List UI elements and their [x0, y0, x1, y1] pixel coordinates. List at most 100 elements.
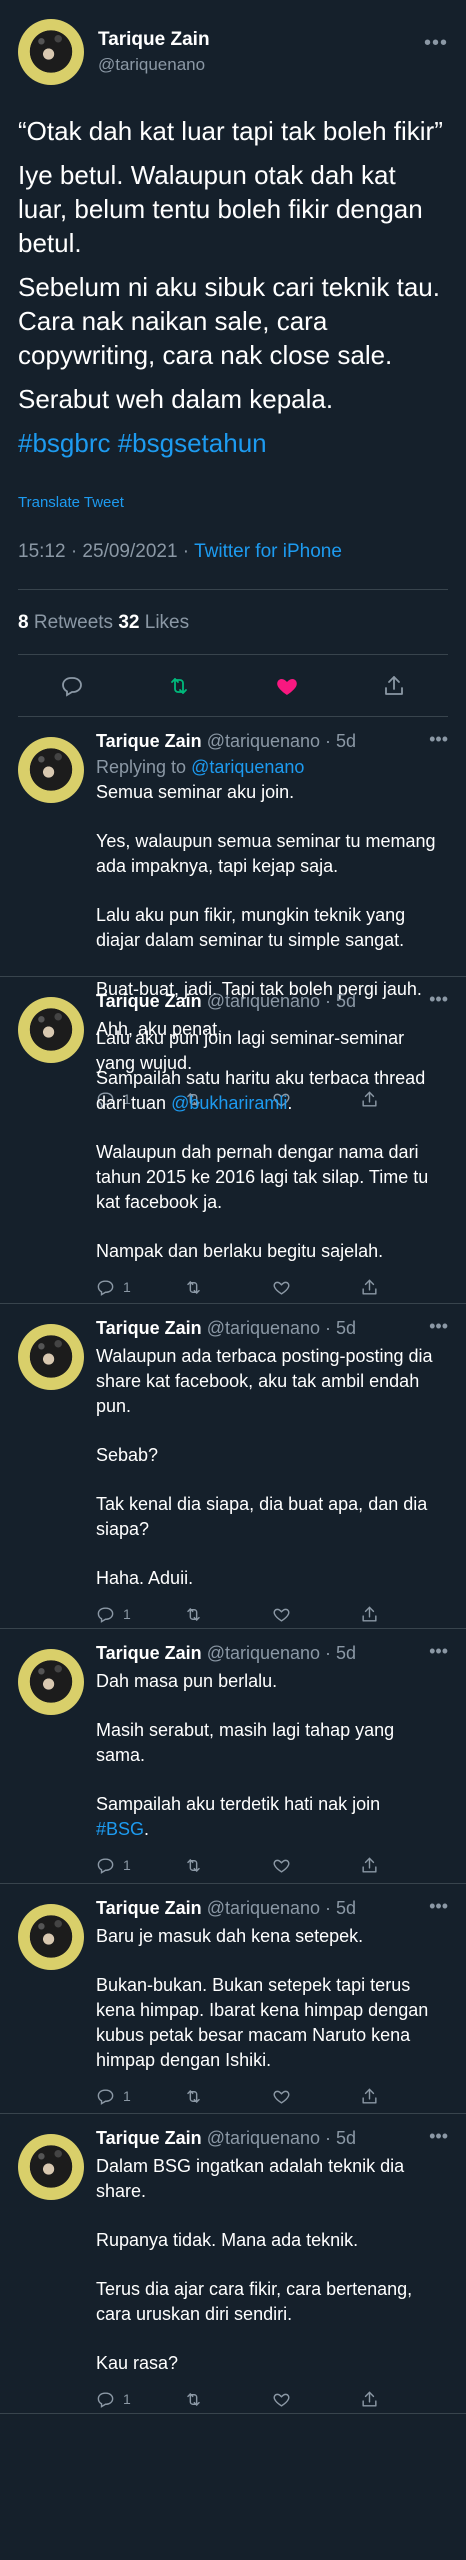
- hashtags[interactable]: #bsgbrc #bsgsetahun: [18, 426, 448, 460]
- retweet-icon[interactable]: [165, 672, 193, 700]
- heart-icon[interactable]: [272, 1278, 360, 1297]
- reply-paragraph: Semua seminar aku join.: [96, 782, 295, 802]
- reply-actions: 1: [96, 1268, 448, 1306]
- more-icon[interactable]: •••: [429, 729, 448, 750]
- more-icon[interactable]: •••: [429, 1316, 448, 1337]
- reply-paragraph-end: .: [287, 1093, 293, 1113]
- reply-paragraph: Sebab?: [96, 1445, 159, 1465]
- avatar[interactable]: [18, 1904, 84, 1970]
- comment-icon[interactable]: 1: [96, 1605, 184, 1624]
- author-meta[interactable]: @tariquenano · 5d: [202, 1898, 356, 1918]
- timestamp[interactable]: 15:12 · 25/09/2021 ·: [18, 541, 194, 562]
- reply-tweet[interactable]: Tarique Zain @tariquenano · 5d ••• Ahh, …: [0, 977, 466, 1304]
- reply-actions: 1: [96, 1846, 448, 1884]
- reply-text: Walaupun ada terbaca posting-posting dia…: [96, 1344, 448, 1591]
- share-icon[interactable]: [360, 1856, 448, 1875]
- more-icon[interactable]: •••: [424, 32, 448, 55]
- author-names: Tarique Zain @tariquenano: [98, 29, 210, 75]
- retweet-icon[interactable]: [184, 1856, 272, 1875]
- author-name[interactable]: Tarique Zain: [96, 1643, 202, 1663]
- more-icon[interactable]: •••: [429, 989, 448, 1010]
- reply-count: 1: [123, 1857, 131, 1873]
- author-meta[interactable]: @tariquenano · 5d: [202, 2128, 356, 2148]
- hashtag-link[interactable]: #BSG: [96, 1819, 144, 1839]
- comment-icon[interactable]: 1: [96, 1278, 184, 1297]
- reply-count: 1: [123, 1606, 131, 1622]
- retweets-label[interactable]: Retweets: [29, 612, 119, 633]
- author-name[interactable]: Tarique Zain: [98, 29, 210, 51]
- share-icon[interactable]: [380, 672, 408, 700]
- replying-prefix: Replying to: [96, 757, 192, 777]
- heart-icon[interactable]: [272, 1856, 360, 1875]
- comment-icon[interactable]: 1: [96, 1856, 184, 1875]
- reply-paragraph: Rupanya tidak. Mana ada teknik.: [96, 2230, 359, 2250]
- comment-icon[interactable]: 1: [96, 2390, 184, 2409]
- share-icon[interactable]: [360, 2087, 448, 2106]
- comment-icon[interactable]: 1: [96, 2087, 184, 2106]
- reply-paragraph: Walaupun dah pernah dengar nama dari tah…: [96, 1142, 429, 1212]
- avatar[interactable]: [18, 997, 84, 1063]
- reply-header: Tarique Zain @tariquenano · 5d: [96, 731, 448, 755]
- source-link[interactable]: Twitter for iPhone: [194, 541, 342, 562]
- share-icon[interactable]: [360, 1605, 448, 1624]
- reply-header: Tarique Zain @tariquenano · 5d: [96, 1643, 448, 1667]
- share-icon[interactable]: [360, 2390, 448, 2409]
- heart-icon[interactable]: [273, 672, 301, 700]
- replying-to-link[interactable]: @tariquenano: [191, 757, 304, 777]
- retweet-icon[interactable]: [184, 1278, 272, 1297]
- reply-paragraph: Masih serabut, masih lagi tahap yang sam…: [96, 1720, 395, 1765]
- heart-icon[interactable]: [272, 2087, 360, 2106]
- tweet-paragraph: “Otak dah kat luar tapi tak boleh fikir”: [18, 116, 443, 146]
- reply-text: Ahh, aku penat. Sampailah satu haritu ak…: [96, 1017, 448, 1264]
- author-meta[interactable]: @tariquenano · 5d: [202, 991, 356, 1011]
- mention-link[interactable]: @bukhariramli: [171, 1093, 287, 1113]
- author-meta[interactable]: @tariquenano · 5d: [202, 1643, 356, 1663]
- reply-paragraph: Haha. Aduii.: [96, 1568, 194, 1588]
- reply-tweet[interactable]: Tarique Zain @tariquenano · 5d ••• Dah m…: [0, 1629, 466, 1884]
- author-meta[interactable]: @tariquenano · 5d: [202, 731, 356, 751]
- heart-icon[interactable]: [272, 2390, 360, 2409]
- reply-count: 1: [123, 1279, 131, 1295]
- likes-label[interactable]: Likes: [139, 612, 189, 633]
- likes-count[interactable]: 32: [118, 612, 139, 633]
- retweet-icon[interactable]: [184, 2087, 272, 2106]
- author-name[interactable]: Tarique Zain: [96, 1898, 202, 1918]
- reply-paragraph: Walaupun ada terbaca posting-posting dia…: [96, 1346, 433, 1416]
- author-name[interactable]: Tarique Zain: [96, 731, 202, 751]
- author-name[interactable]: Tarique Zain: [96, 1318, 202, 1338]
- author-meta[interactable]: @tariquenano · 5d: [202, 1318, 356, 1338]
- author-handle[interactable]: @tariquenano: [98, 55, 210, 75]
- reply-paragraph: Sampailah aku terdetik hati nak join #BSG…: [96, 1792, 448, 1842]
- heart-icon[interactable]: [272, 1605, 360, 1624]
- retweet-icon[interactable]: [184, 2390, 272, 2409]
- reply-text: Baru je masuk dah kena setepek. Bukan-bu…: [96, 1924, 448, 2073]
- reply-tweet[interactable]: Tarique Zain @tariquenano · 5d ••• Reply…: [0, 717, 466, 1108]
- share-icon[interactable]: [360, 1278, 448, 1297]
- reply-paragraph: Kau rasa?: [96, 2353, 179, 2373]
- avatar[interactable]: [18, 19, 84, 85]
- more-icon[interactable]: •••: [429, 2126, 448, 2147]
- avatar[interactable]: [18, 1649, 84, 1715]
- more-icon[interactable]: •••: [429, 1896, 448, 1917]
- avatar[interactable]: [18, 2134, 84, 2200]
- retweets-count[interactable]: 8: [18, 612, 29, 633]
- reply-tweet[interactable]: Tarique Zain @tariquenano · 5d ••• Walau…: [0, 1304, 466, 1629]
- reply-paragraph: Dah masa pun berlalu.: [96, 1671, 278, 1691]
- retweet-icon[interactable]: [184, 1605, 272, 1624]
- reply-actions: 1: [96, 2077, 448, 2115]
- author-name[interactable]: Tarique Zain: [96, 991, 202, 1011]
- tweet-body: “Otak dah kat luar tapi tak boleh fikir”…: [18, 114, 448, 460]
- reply-text: Dalam BSG ingatkan adalah teknik dia sha…: [96, 2154, 448, 2376]
- reply-paragraph: Terus dia ajar cara fikir, cara bertenan…: [96, 2279, 413, 2324]
- reply-count: 1: [123, 2088, 131, 2104]
- more-icon[interactable]: •••: [429, 1641, 448, 1662]
- translate-tweet-link[interactable]: Translate Tweet: [18, 494, 448, 511]
- comment-icon[interactable]: [58, 672, 86, 700]
- author-name[interactable]: Tarique Zain: [96, 2128, 202, 2148]
- reply-tweet[interactable]: Tarique Zain @tariquenano · 5d ••• Dalam…: [0, 2114, 466, 2414]
- tweet-meta: 15:12 · 25/09/2021 · Twitter for iPhone: [18, 541, 448, 563]
- avatar[interactable]: [18, 1324, 84, 1390]
- avatar[interactable]: [18, 737, 84, 803]
- reply-tweet[interactable]: Tarique Zain @tariquenano · 5d ••• Baru …: [0, 1884, 466, 2114]
- reply-paragraph: Sampailah satu haritu aku terbaca thread…: [96, 1066, 448, 1116]
